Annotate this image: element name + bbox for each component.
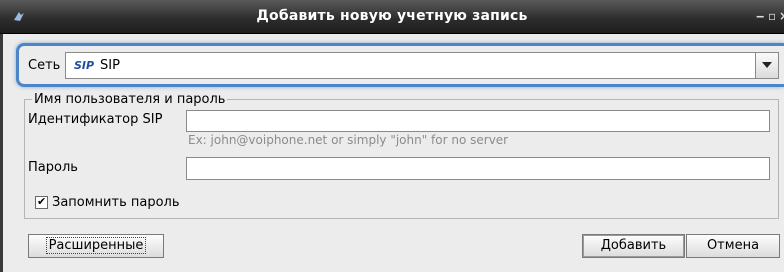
window-title: Добавить новую учетную запись [256, 8, 528, 24]
checkmark-icon: ✔ [37, 195, 47, 208]
password-input[interactable] [186, 157, 770, 180]
network-select[interactable]: SIP SIP [65, 52, 779, 79]
sip-logo-icon: SIP [74, 59, 95, 72]
maximize-icon[interactable]: ▫ [768, 9, 776, 23]
sip-id-label: Идентификатор SIP [28, 112, 163, 127]
network-selected-value: SIP [100, 58, 120, 73]
advanced-button[interactable]: Расширенные [28, 234, 164, 258]
window-frame-edge [0, 34, 3, 272]
chevron-down-icon [762, 62, 772, 68]
network-dropdown-button[interactable] [755, 53, 778, 78]
cancel-button[interactable]: Отмена [686, 234, 780, 258]
remember-password-label[interactable]: Запомнить пароль [52, 195, 180, 210]
network-label: Сеть [28, 58, 61, 73]
close-icon[interactable]: × [779, 9, 784, 23]
sip-id-hint: Ex: john@voiphone.net or simply "john" f… [188, 133, 509, 147]
minimize-icon[interactable]: ‒ [756, 9, 764, 23]
remember-password-checkbox[interactable]: ✔ [35, 195, 48, 209]
add-button[interactable]: Добавить [582, 234, 685, 258]
password-label: Пароль [28, 160, 78, 175]
credentials-group-title: Имя пользователя и пароль [32, 92, 228, 107]
title-bar: Добавить новую учетную запись ‒ ▫ × [0, 0, 784, 34]
advanced-button-label: Расширенные [45, 237, 147, 254]
sip-id-input[interactable] [186, 110, 770, 132]
